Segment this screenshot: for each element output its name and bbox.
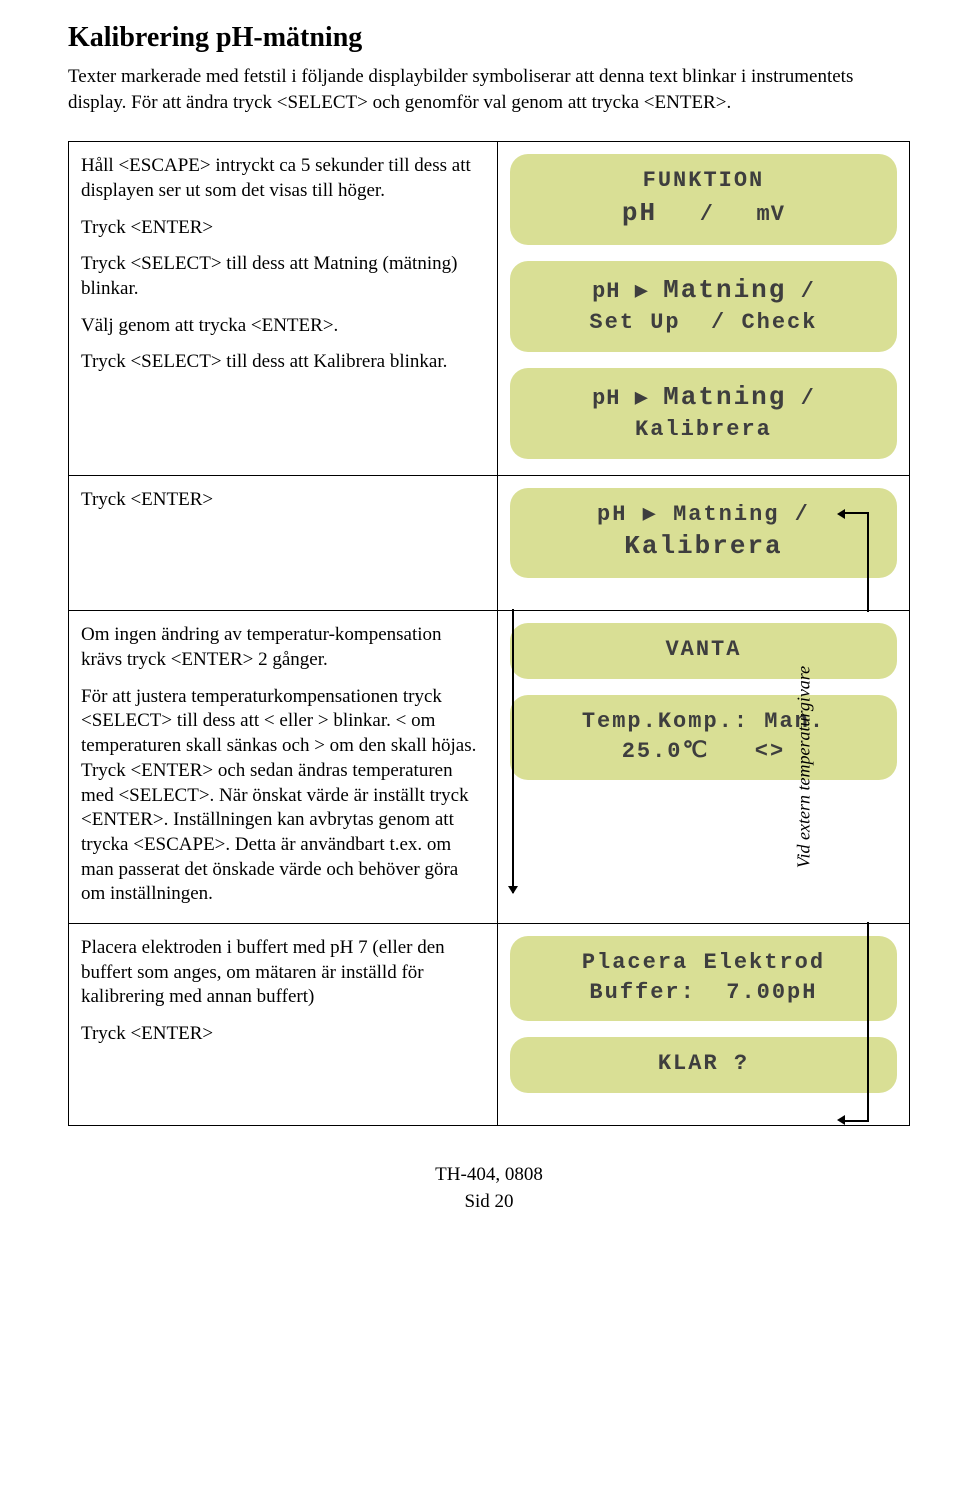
lcd-line: pH ▶ Matning / (528, 500, 879, 530)
display-cell: Vid extern temperaturgivareVANTA Temp.Kom… (497, 611, 909, 924)
instruction-table: Håll <ESCAPE> intryckt ca 5 sekunder til… (68, 141, 910, 1126)
instruction-paragraph: Placera elektroden i buffert med pH 7 (e… (81, 936, 485, 1010)
page-title: Kalibrering pH-mätning (68, 22, 910, 54)
lcd-line: pH ▶ Matning / (528, 380, 879, 415)
lcd-display: pH ▶ Matning /Kalibrera (510, 368, 897, 459)
lcd-display: KLAR ? (510, 1037, 897, 1093)
instruction-paragraph: Tryck <SELECT> till dess att Matning (mä… (81, 252, 485, 301)
lcd-line: Kalibrera (528, 415, 879, 445)
lcd-line: pH ▶ Matning / (528, 273, 879, 308)
instruction-paragraph: Tryck <ENTER> (81, 1022, 485, 1047)
lcd-display: Placera ElektrodBuffer: 7.00pH (510, 936, 897, 1021)
connector-arrow (512, 609, 514, 893)
footer-doc: TH-404, 0808 (68, 1162, 910, 1189)
instruction-paragraph: Tryck <ENTER> (81, 488, 485, 513)
footer: TH-404, 0808 Sid 20 (68, 1162, 910, 1215)
intro-paragraph: Texter markerade med fetstil i följande … (68, 64, 910, 115)
instruction-paragraph: Håll <ESCAPE> intryckt ca 5 sekunder til… (81, 154, 485, 203)
instruction-cell: Håll <ESCAPE> intryckt ca 5 sekunder til… (69, 142, 498, 475)
instruction-paragraph: Tryck <SELECT> till dess att Kalibrera b… (81, 350, 485, 375)
instruction-cell: Placera elektroden i buffert med pH 7 (e… (69, 923, 498, 1125)
lcd-display: pH ▶ Matning /Kalibrera (510, 488, 897, 579)
page: Kalibrering pH-mätning Texter markerade … (0, 0, 960, 1494)
instruction-paragraph: Välj genom att trycka <ENTER>. (81, 314, 485, 339)
instruction-paragraph: Om ingen ändring av temperatur-kompensat… (81, 623, 485, 672)
lcd-line: KLAR ? (528, 1049, 879, 1079)
table-row: Tryck <ENTER> pH ▶ Matning /Kalibrera (69, 475, 910, 611)
lcd-display: VANTA (510, 623, 897, 679)
lcd-line: Placera Elektrod (528, 948, 879, 978)
lcd-line: Kalibrera (528, 529, 879, 564)
instruction-cell: Om ingen ändring av temperatur-kompensat… (69, 611, 498, 924)
lcd-line: Set Up / Check (528, 308, 879, 338)
side-label: Vid extern temperaturgivare (793, 666, 814, 868)
lcd-line: FUNKTION (528, 166, 879, 196)
connector-arrow (843, 512, 869, 613)
display-cell: FUNKTIONpH / mVpH ▶ Matning /Set Up / Ch… (497, 142, 909, 475)
connector-arrow (843, 922, 869, 1122)
table-row: Håll <ESCAPE> intryckt ca 5 sekunder til… (69, 142, 910, 475)
lcd-display: FUNKTIONpH / mV (510, 154, 897, 245)
lcd-line: Temp.Komp.: Man. (528, 707, 879, 737)
display-cell: pH ▶ Matning /Kalibrera (497, 475, 909, 611)
lcd-line: Buffer: 7.00pH (528, 978, 879, 1008)
instruction-paragraph: För att justera temperaturkompensationen… (81, 685, 485, 907)
lcd-display: pH ▶ Matning /Set Up / Check (510, 261, 897, 352)
instruction-paragraph: Tryck <ENTER> (81, 216, 485, 241)
table-row: Om ingen ändring av temperatur-kompensat… (69, 611, 910, 924)
display-cell: Placera ElektrodBuffer: 7.00pH KLAR ? (497, 923, 909, 1125)
lcd-line: VANTA (528, 635, 879, 665)
footer-page: Sid 20 (68, 1189, 910, 1216)
lcd-line: pH / mV (528, 196, 879, 231)
table-row: Placera elektroden i buffert med pH 7 (e… (69, 923, 910, 1125)
lcd-line: 25.0℃ <> (528, 737, 879, 767)
instruction-cell: Tryck <ENTER> (69, 475, 498, 611)
lcd-display: Temp.Komp.: Man.25.0℃ <> (510, 695, 897, 780)
